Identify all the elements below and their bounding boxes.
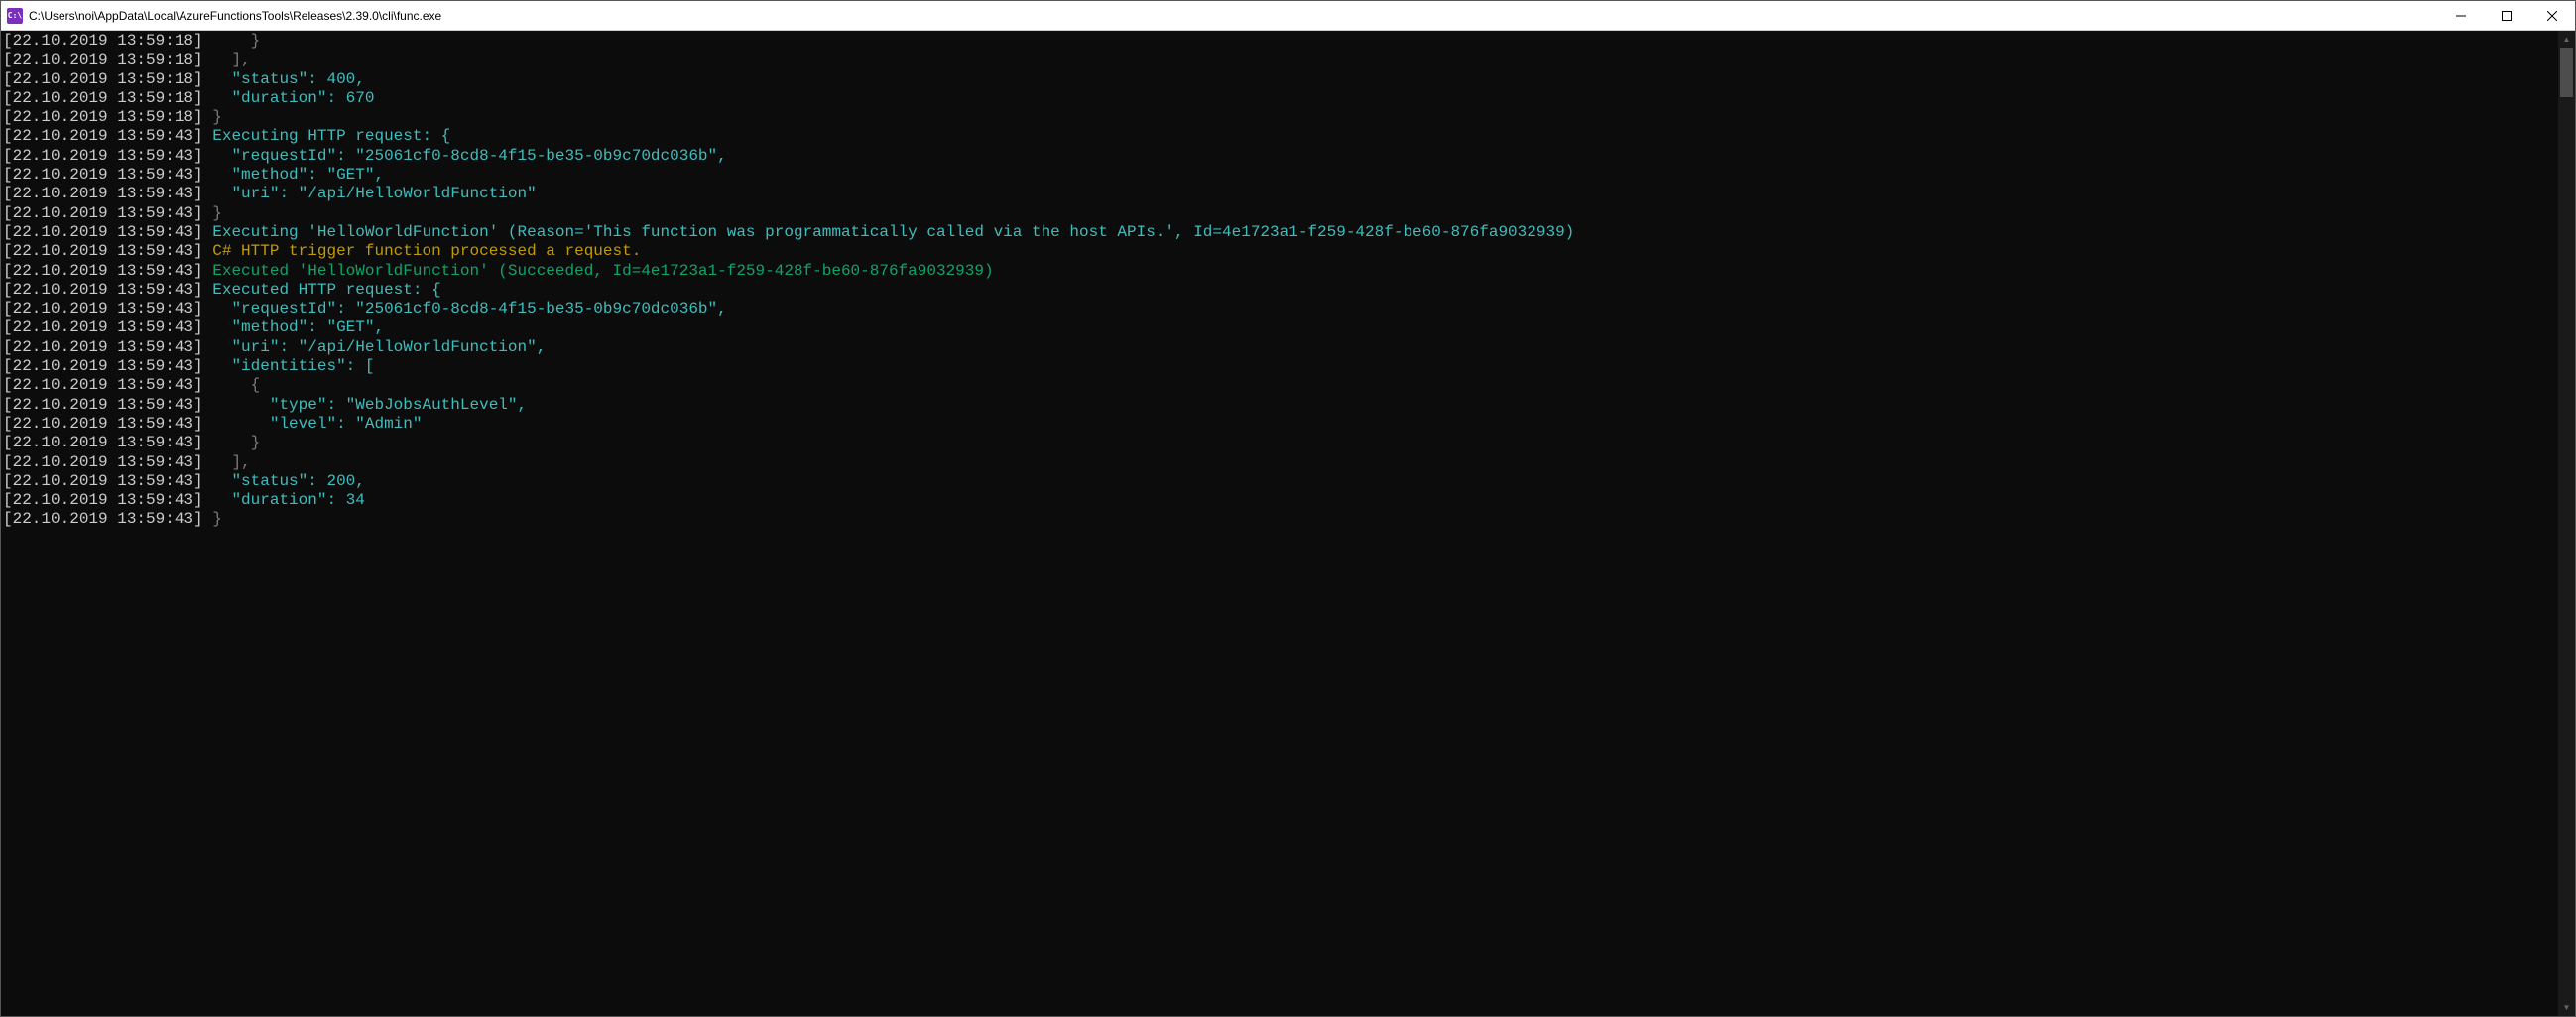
console-line: [22.10.2019 13:59:43] "uri": "/api/Hello… bbox=[3, 338, 2556, 357]
console-line: [22.10.2019 13:59:43] Executing 'HelloWo… bbox=[3, 223, 2556, 242]
timestamp: [22.10.2019 13:59:43] bbox=[3, 318, 203, 336]
log-text: "method": "GET", bbox=[203, 318, 384, 336]
console-area: [22.10.2019 13:59:18] }[22.10.2019 13:59… bbox=[1, 31, 2575, 1016]
log-text: "identities": [ bbox=[203, 357, 375, 375]
log-text: "uri": "/api/HelloWorldFunction", bbox=[203, 338, 547, 356]
timestamp: [22.10.2019 13:59:43] bbox=[3, 281, 203, 299]
window-title: C:\Users\noi\AppData\Local\AzureFunction… bbox=[29, 9, 2438, 23]
timestamp: [22.10.2019 13:59:43] bbox=[3, 242, 203, 260]
timestamp: [22.10.2019 13:59:18] bbox=[3, 51, 203, 68]
log-text: "status": 200, bbox=[203, 472, 365, 490]
scroll-up-arrow-icon[interactable]: ▲ bbox=[2558, 31, 2575, 48]
log-text: } bbox=[203, 510, 222, 528]
timestamp: [22.10.2019 13:59:43] bbox=[3, 204, 203, 222]
console-output[interactable]: [22.10.2019 13:59:18] }[22.10.2019 13:59… bbox=[1, 31, 2558, 1016]
timestamp: [22.10.2019 13:59:18] bbox=[3, 70, 203, 88]
log-text: "level": "Admin" bbox=[203, 415, 423, 433]
timestamp: [22.10.2019 13:59:43] bbox=[3, 415, 203, 433]
log-text: Executing HTTP request: { bbox=[203, 127, 451, 145]
log-text: "type": "WebJobsAuthLevel", bbox=[203, 396, 527, 414]
console-line: [22.10.2019 13:59:18] ], bbox=[3, 51, 2556, 69]
maximize-button[interactable] bbox=[2484, 1, 2529, 30]
log-text: "status": 400, bbox=[203, 70, 365, 88]
app-icon: C:\ bbox=[7, 8, 23, 24]
timestamp: [22.10.2019 13:59:43] bbox=[3, 434, 203, 451]
scroll-thumb[interactable] bbox=[2560, 48, 2573, 97]
timestamp: [22.10.2019 13:59:43] bbox=[3, 491, 203, 509]
console-line: [22.10.2019 13:59:18] } bbox=[3, 108, 2556, 127]
console-line: [22.10.2019 13:59:43] Executed HTTP requ… bbox=[3, 281, 2556, 300]
timestamp: [22.10.2019 13:59:43] bbox=[3, 262, 203, 280]
console-line: [22.10.2019 13:59:43] "level": "Admin" bbox=[3, 415, 2556, 434]
console-line: [22.10.2019 13:59:43] "duration": 34 bbox=[3, 491, 2556, 510]
console-line: [22.10.2019 13:59:43] "type": "WebJobsAu… bbox=[3, 396, 2556, 415]
timestamp: [22.10.2019 13:59:43] bbox=[3, 396, 203, 414]
timestamp: [22.10.2019 13:59:43] bbox=[3, 357, 203, 375]
log-text: } bbox=[203, 204, 222, 222]
timestamp: [22.10.2019 13:59:43] bbox=[3, 510, 203, 528]
close-icon bbox=[2547, 11, 2557, 21]
timestamp: [22.10.2019 13:59:43] bbox=[3, 185, 203, 202]
timestamp: [22.10.2019 13:59:18] bbox=[3, 89, 203, 107]
timestamp: [22.10.2019 13:59:43] bbox=[3, 127, 203, 145]
console-line: [22.10.2019 13:59:43] "uri": "/api/Hello… bbox=[3, 185, 2556, 203]
console-line: [22.10.2019 13:59:18] "duration": 670 bbox=[3, 89, 2556, 108]
log-text: } bbox=[203, 108, 222, 126]
console-line: [22.10.2019 13:59:18] "status": 400, bbox=[3, 70, 2556, 89]
timestamp: [22.10.2019 13:59:43] bbox=[3, 166, 203, 184]
console-line: [22.10.2019 13:59:43] } bbox=[3, 510, 2556, 529]
console-line: [22.10.2019 13:59:43] "requestId": "2506… bbox=[3, 300, 2556, 318]
console-line: [22.10.2019 13:59:43] } bbox=[3, 204, 2556, 223]
close-button[interactable] bbox=[2529, 1, 2575, 30]
timestamp: [22.10.2019 13:59:18] bbox=[3, 108, 203, 126]
timestamp: [22.10.2019 13:59:43] bbox=[3, 453, 203, 471]
console-line: [22.10.2019 13:59:43] "method": "GET", bbox=[3, 166, 2556, 185]
console-line: [22.10.2019 13:59:43] "requestId": "2506… bbox=[3, 147, 2556, 166]
timestamp: [22.10.2019 13:59:43] bbox=[3, 376, 203, 394]
log-text: } bbox=[203, 32, 261, 50]
log-text: "duration": 34 bbox=[203, 491, 365, 509]
console-line: [22.10.2019 13:59:43] "method": "GET", bbox=[3, 318, 2556, 337]
scroll-down-arrow-icon[interactable]: ▼ bbox=[2558, 999, 2575, 1016]
timestamp: [22.10.2019 13:59:43] bbox=[3, 300, 203, 318]
timestamp: [22.10.2019 13:59:18] bbox=[3, 32, 203, 50]
console-line: [22.10.2019 13:59:43] Executing HTTP req… bbox=[3, 127, 2556, 146]
timestamp: [22.10.2019 13:59:43] bbox=[3, 472, 203, 490]
log-text: ], bbox=[203, 51, 251, 68]
log-text: } bbox=[203, 434, 261, 451]
console-line: [22.10.2019 13:59:43] Executed 'HelloWor… bbox=[3, 262, 2556, 281]
log-text: "method": "GET", bbox=[203, 166, 384, 184]
minimize-button[interactable] bbox=[2438, 1, 2484, 30]
log-text: Executed 'HelloWorldFunction' (Succeeded… bbox=[203, 262, 994, 280]
timestamp: [22.10.2019 13:59:43] bbox=[3, 338, 203, 356]
log-text: "duration": 670 bbox=[203, 89, 375, 107]
log-text: { bbox=[203, 376, 261, 394]
minimize-icon bbox=[2456, 11, 2466, 21]
log-text: Executed HTTP request: { bbox=[203, 281, 441, 299]
timestamp: [22.10.2019 13:59:43] bbox=[3, 223, 203, 241]
log-text: "uri": "/api/HelloWorldFunction" bbox=[203, 185, 537, 202]
console-line: [22.10.2019 13:59:43] "status": 200, bbox=[3, 472, 2556, 491]
console-line: [22.10.2019 13:59:43] } bbox=[3, 434, 2556, 452]
console-line: [22.10.2019 13:59:43] C# HTTP trigger fu… bbox=[3, 242, 2556, 261]
log-text: ], bbox=[203, 453, 251, 471]
console-line: [22.10.2019 13:59:43] "identities": [ bbox=[3, 357, 2556, 376]
app-window: C:\ C:\Users\noi\AppData\Local\AzureFunc… bbox=[0, 0, 2576, 1017]
console-line: [22.10.2019 13:59:43] { bbox=[3, 376, 2556, 395]
window-controls bbox=[2438, 1, 2575, 30]
log-text: C# HTTP trigger function processed a req… bbox=[203, 242, 642, 260]
log-text: "requestId": "25061cf0-8cd8-4f15-be35-0b… bbox=[203, 300, 727, 318]
log-text: "requestId": "25061cf0-8cd8-4f15-be35-0b… bbox=[203, 147, 727, 165]
titlebar[interactable]: C:\ C:\Users\noi\AppData\Local\AzureFunc… bbox=[1, 1, 2575, 31]
console-line: [22.10.2019 13:59:43] ], bbox=[3, 453, 2556, 472]
timestamp: [22.10.2019 13:59:43] bbox=[3, 147, 203, 165]
vertical-scrollbar[interactable]: ▲ ▼ bbox=[2558, 31, 2575, 1016]
maximize-icon bbox=[2502, 11, 2512, 21]
log-text: Executing 'HelloWorldFunction' (Reason='… bbox=[203, 223, 1575, 241]
console-line: [22.10.2019 13:59:18] } bbox=[3, 32, 2556, 51]
